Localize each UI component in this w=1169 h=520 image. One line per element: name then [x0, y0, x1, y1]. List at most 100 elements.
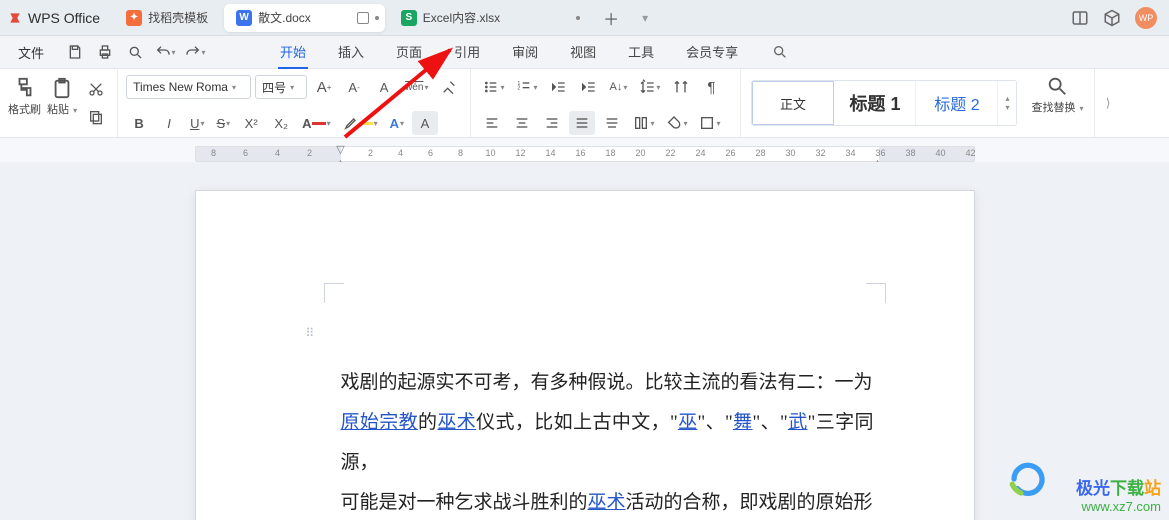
menu-search-icon[interactable]	[768, 40, 792, 64]
app-name: WPS Office	[28, 10, 100, 26]
ruler-num: 42	[965, 148, 975, 158]
highlight-button[interactable]: ▾	[339, 111, 382, 135]
font-size-select[interactable]: 四号▾	[255, 75, 307, 99]
first-line-indent-marker[interactable]: ▽	[336, 143, 344, 156]
link-text[interactable]: 巫术	[588, 492, 626, 513]
ruler-num: 8	[458, 148, 463, 158]
ruler-num: 24	[695, 148, 705, 158]
text: "、"	[697, 412, 732, 433]
link-text[interactable]: 巫	[678, 412, 698, 433]
menu-tab-vip[interactable]: 会员专享	[684, 36, 740, 69]
text-direction-icon[interactable]: A↓▾	[605, 75, 631, 99]
style-heading1[interactable]: 标题 1	[834, 81, 916, 125]
menubar: 文件 ▾ ▾ 开始 插入 页面 引用 审阅 视图 工具 会员专享	[0, 36, 1169, 68]
cube-icon[interactable]	[1103, 9, 1121, 27]
char-shading-button[interactable]: A	[412, 111, 438, 135]
tab-document-label: 散文.docx	[258, 9, 311, 26]
text-effect-button[interactable]: A▾	[386, 111, 408, 135]
menu-tab-page[interactable]: 页面	[394, 36, 424, 69]
save-icon[interactable]	[62, 40, 88, 64]
user-avatar[interactable]: WP	[1135, 7, 1157, 29]
bullets-button[interactable]: ▾	[479, 75, 508, 99]
font-name-select[interactable]: Times New Roma▾	[126, 75, 251, 99]
format-painter-button[interactable]: 格式刷	[8, 77, 41, 117]
style-body[interactable]: 正文	[752, 81, 834, 125]
tab-document-active[interactable]: W 散文.docx	[224, 4, 385, 32]
tab-overflow[interactable]: ▾	[630, 4, 660, 32]
menu-tab-ref[interactable]: 引用	[452, 36, 482, 69]
print-icon[interactable]	[92, 40, 118, 64]
tab-minimize-icon[interactable]	[357, 12, 369, 24]
menu-tab-tools[interactable]: 工具	[626, 36, 656, 69]
show-marks-icon[interactable]: ¶	[698, 75, 724, 99]
menu-tab-view[interactable]: 视图	[568, 36, 598, 69]
numbering-button[interactable]: 12▾	[512, 75, 541, 99]
align-center-icon[interactable]	[509, 111, 535, 135]
cut-icon[interactable]	[83, 77, 109, 101]
sort-icon[interactable]	[668, 75, 694, 99]
menu-tab-insert[interactable]: 插入	[336, 36, 366, 69]
borders-icon[interactable]: ▾	[695, 111, 724, 135]
link-text[interactable]: 原始宗教	[341, 412, 419, 433]
redo-icon[interactable]: ▾	[182, 40, 208, 64]
align-justify-icon[interactable]	[569, 111, 595, 135]
ruler-num: 2	[368, 148, 373, 158]
doc-icon: W	[236, 10, 252, 26]
style-heading2[interactable]: 标题 2	[916, 81, 998, 125]
menu-tab-review[interactable]: 审阅	[510, 36, 540, 69]
link-text[interactable]: 武	[788, 412, 808, 433]
quick-access: ▾ ▾	[62, 40, 208, 64]
margin-corner-tl	[324, 283, 344, 303]
align-right-icon[interactable]	[539, 111, 565, 135]
font-color-button[interactable]: A▾	[298, 111, 334, 135]
undo-icon[interactable]: ▾	[152, 40, 178, 64]
margin-corner-tr	[866, 283, 886, 303]
editor-canvas[interactable]: ⠿ 戏剧的起源实不可考，有多种假说。比较主流的看法有二：一为 原始宗教的巫术仪式…	[0, 162, 1169, 520]
italic-button[interactable]: I	[156, 111, 182, 135]
document-page[interactable]: ⠿ 戏剧的起源实不可考，有多种假说。比较主流的看法有二：一为 原始宗教的巫术仪式…	[195, 190, 975, 520]
align-left-icon[interactable]	[479, 111, 505, 135]
tab-dot	[576, 16, 580, 20]
copy-icon[interactable]	[83, 105, 109, 129]
collapse-ribbon-icon[interactable]: ⟩	[1094, 69, 1122, 137]
file-menu[interactable]: 文件	[4, 43, 58, 62]
line-spacing-icon[interactable]: ▾	[635, 75, 664, 99]
menu-tab-start[interactable]: 开始	[278, 36, 308, 69]
increase-font-icon[interactable]: A+	[311, 75, 337, 99]
style-more[interactable]: ▴▾	[998, 94, 1016, 112]
shading-icon[interactable]: ▾	[662, 111, 691, 135]
change-case-icon[interactable]: A	[371, 75, 397, 99]
link-text[interactable]: 舞	[733, 412, 753, 433]
format-painter-label: 格式刷	[8, 101, 41, 117]
columns-icon[interactable]: ▾	[629, 111, 658, 135]
find-replace-button[interactable]: 查找替换 ▾	[1021, 69, 1093, 121]
tab-templates[interactable]: ✦ 找稻壳模板	[114, 4, 220, 32]
align-distribute-icon[interactable]	[599, 111, 625, 135]
font-name-value: Times New Roma	[133, 80, 228, 94]
strike-button[interactable]: S▾	[212, 111, 234, 135]
superscript-button[interactable]: X²	[238, 111, 264, 135]
horizontal-ruler[interactable]: ▽ △ △ 8 6 4 2 2 4 6 8 10 12 14 16 18 20 …	[195, 146, 975, 162]
preview-icon[interactable]	[122, 40, 148, 64]
subscript-button[interactable]: X₂	[268, 111, 294, 135]
layout-icon[interactable]	[1071, 9, 1089, 27]
paste-button[interactable]: 粘贴 ▾	[47, 77, 77, 117]
tab-spreadsheet[interactable]: S Excel内容.xlsx	[389, 4, 592, 32]
ruler-num: 40	[935, 148, 945, 158]
phonetic-guide-icon[interactable]: wén▾	[401, 75, 432, 99]
paragraph-handle-icon[interactable]: ⠿	[306, 326, 317, 340]
tab-templates-label: 找稻壳模板	[148, 9, 208, 26]
ruler-num: 28	[755, 148, 765, 158]
bold-button[interactable]: B	[126, 111, 152, 135]
increase-indent-icon[interactable]	[575, 75, 601, 99]
decrease-indent-icon[interactable]	[545, 75, 571, 99]
ruler-num: 36	[875, 148, 885, 158]
new-tab-button[interactable]: ＋	[596, 4, 626, 32]
underline-button[interactable]: U▾	[186, 111, 208, 135]
ruler-num: 30	[785, 148, 795, 158]
ruler-num: 4	[275, 148, 280, 158]
clear-format-icon[interactable]	[436, 75, 462, 99]
link-text[interactable]: 巫术	[437, 412, 476, 433]
document-body[interactable]: 戏剧的起源实不可考，有多种假说。比较主流的看法有二：一为 原始宗教的巫术仪式，比…	[341, 363, 874, 520]
decrease-font-icon[interactable]: A-	[341, 75, 367, 99]
